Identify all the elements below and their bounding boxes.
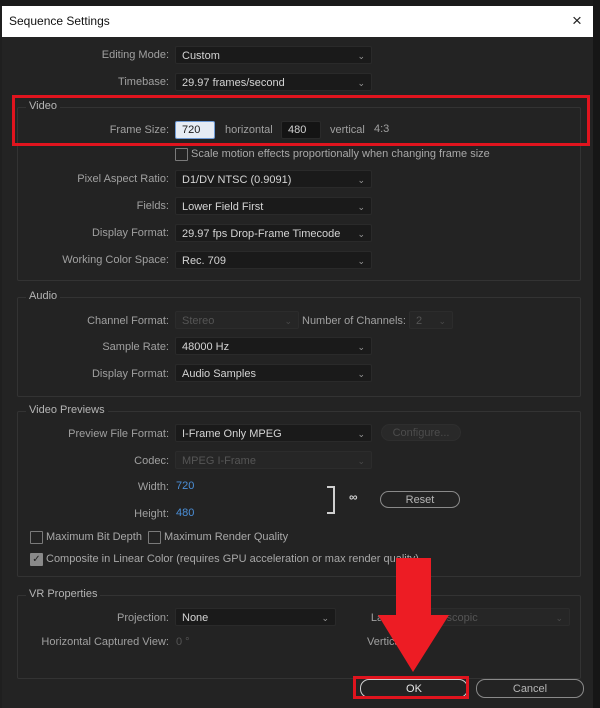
- down-arrow-icon: [378, 558, 449, 672]
- annotation-arrow-layer: [378, 558, 449, 672]
